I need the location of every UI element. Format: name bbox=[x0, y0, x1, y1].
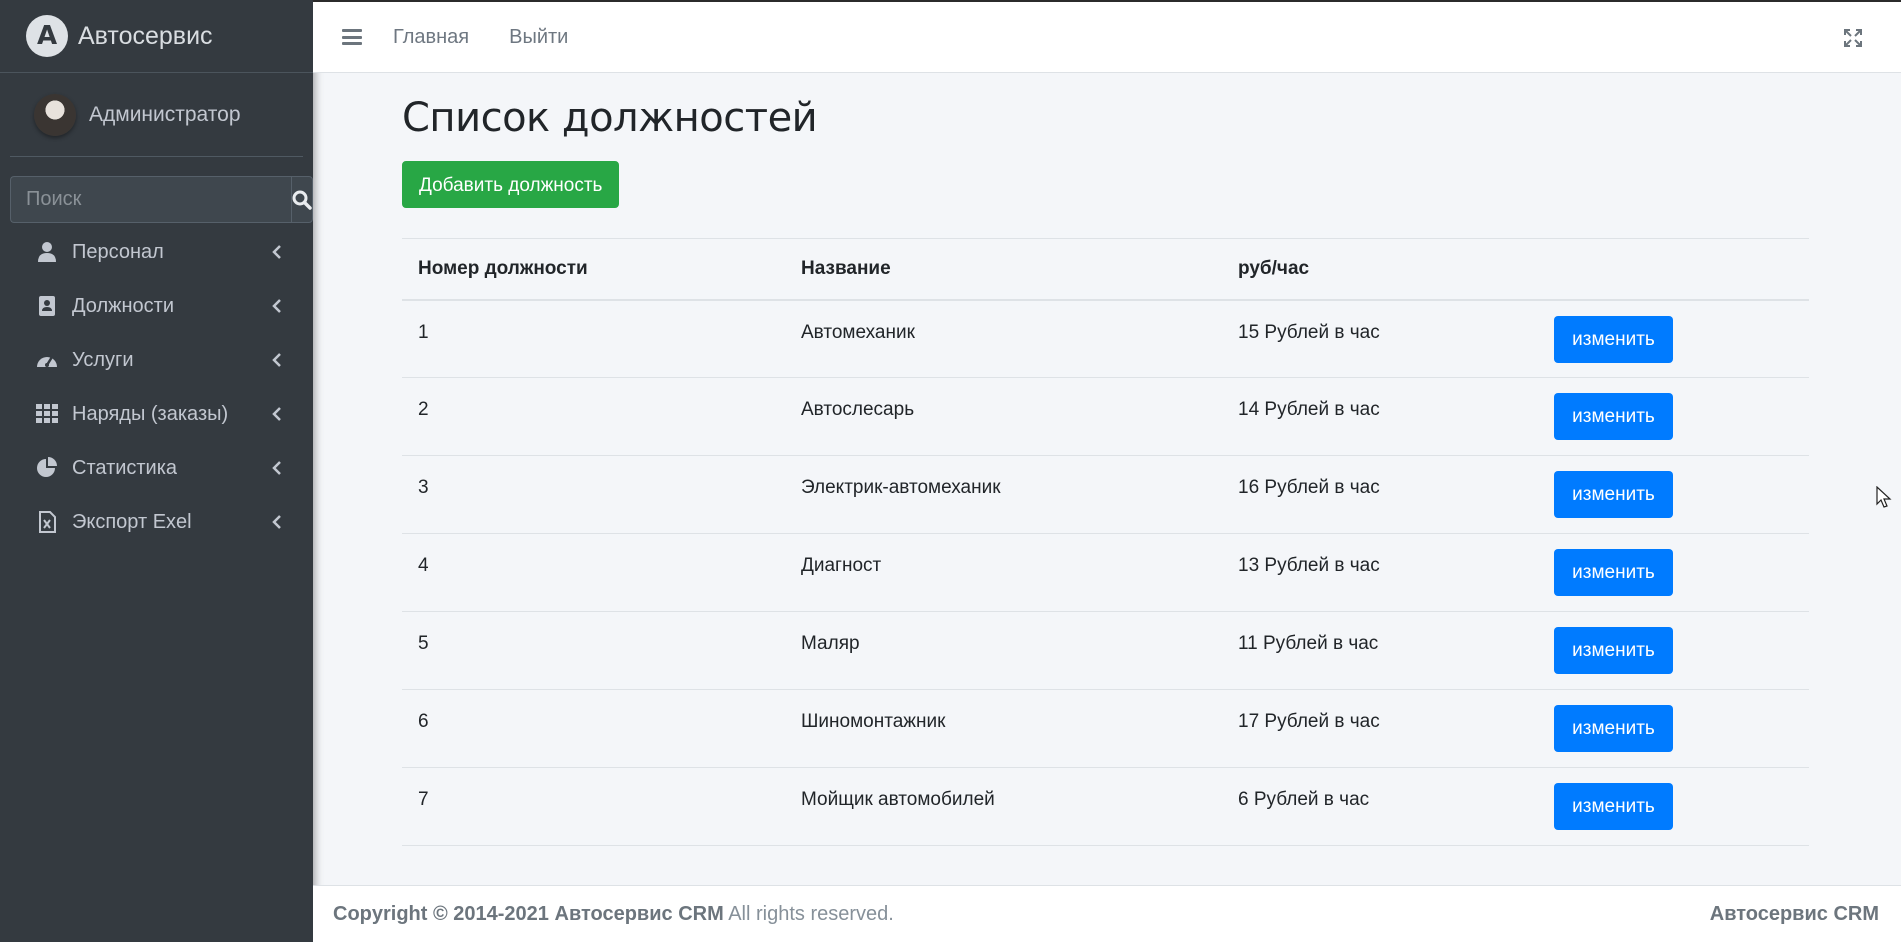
column-header-rate: руб/час bbox=[1222, 238, 1538, 301]
cell-name: Автослесарь bbox=[785, 377, 1222, 456]
cell-name: Маляр bbox=[785, 611, 1222, 690]
sidebar-item-label: Наряды (заказы) bbox=[72, 402, 229, 425]
excel-file-icon bbox=[35, 510, 59, 534]
sidebar: A Автосервис Администратор Персонал Долж… bbox=[0, 0, 313, 942]
add-position-button[interactable]: Добавить должность bbox=[402, 161, 620, 208]
chevron-left-icon bbox=[272, 461, 281, 475]
edit-button[interactable]: изменить bbox=[1554, 393, 1673, 440]
sidebar-item-personnel[interactable]: Персонал bbox=[0, 225, 313, 279]
brand-logo: A bbox=[26, 15, 68, 57]
pie-chart-icon bbox=[35, 456, 59, 480]
footer-copyright: Copyright © 2014-2021 Автосервис CRM All… bbox=[333, 903, 894, 926]
edit-button[interactable]: изменить bbox=[1554, 627, 1673, 674]
cell-id: 7 bbox=[402, 767, 785, 846]
edit-button[interactable]: изменить bbox=[1554, 315, 1673, 363]
sidebar-item-label: Экспорт Exel bbox=[72, 510, 192, 533]
sidebar-item-export[interactable]: Экспорт Exel bbox=[0, 495, 313, 549]
table-row: 4 Диагност 13 Рублей в час изменить bbox=[402, 533, 1809, 612]
positions-table: Номер должности Название руб/час 1 Автом… bbox=[402, 238, 1809, 846]
edit-button[interactable]: изменить bbox=[1554, 549, 1673, 596]
cell-name: Диагност bbox=[785, 533, 1222, 612]
address-book-icon bbox=[35, 294, 59, 318]
cell-id: 6 bbox=[402, 689, 785, 768]
table-row: 3 Электрик-автомеханик 16 Рублей в час и… bbox=[402, 455, 1809, 534]
sidebar-item-statistics[interactable]: Статистика bbox=[0, 441, 313, 495]
grid-icon bbox=[35, 402, 59, 426]
table-row: 6 Шиномонтажник 17 Рублей в час изменить bbox=[402, 689, 1809, 768]
cell-id: 3 bbox=[402, 455, 785, 534]
sidebar-item-label: Услуги bbox=[72, 348, 134, 371]
cell-name: Электрик-автомеханик bbox=[785, 455, 1222, 534]
sidebar-item-services[interactable]: Услуги bbox=[0, 333, 313, 387]
edit-button[interactable]: изменить bbox=[1554, 471, 1673, 518]
cell-id: 1 bbox=[402, 299, 785, 378]
chevron-left-icon bbox=[272, 245, 281, 259]
search-input[interactable] bbox=[10, 176, 291, 223]
user-panel[interactable]: Администратор bbox=[10, 73, 303, 157]
footer-right-text: Автосервис CRM bbox=[1709, 902, 1879, 925]
chevron-left-icon bbox=[272, 515, 281, 529]
page-title: Список должностей bbox=[402, 95, 818, 141]
cell-id: 2 bbox=[402, 377, 785, 456]
mouse-cursor-icon bbox=[1876, 486, 1892, 508]
cell-rate: 15 Рублей в час bbox=[1222, 299, 1538, 378]
cell-name: Автомеханик bbox=[785, 299, 1222, 378]
table-row: 7 Мойщик автомобилей 6 Рублей в час изме… bbox=[402, 767, 1809, 846]
cell-rate: 13 Рублей в час bbox=[1222, 533, 1538, 612]
rights-text: All rights reserved. bbox=[728, 902, 894, 925]
sidebar-search bbox=[10, 176, 313, 223]
brand-link[interactable]: A Автосервис bbox=[0, 0, 313, 73]
edit-button[interactable]: изменить bbox=[1554, 705, 1673, 752]
cell-rate: 14 Рублей в час bbox=[1222, 377, 1538, 456]
column-header-id: Номер должности bbox=[402, 238, 785, 301]
hamburger-menu-icon[interactable] bbox=[342, 28, 362, 46]
chevron-left-icon bbox=[272, 299, 281, 313]
table-row: 1 Автомеханик 15 Рублей в час изменить bbox=[402, 299, 1809, 378]
main-content: Список должностей Добавить должность Ном… bbox=[402, 73, 1809, 846]
cell-id: 5 bbox=[402, 611, 785, 690]
nav-link-logout[interactable]: Выйти bbox=[509, 26, 568, 49]
search-icon bbox=[292, 190, 312, 210]
cell-name: Шиномонтажник bbox=[785, 689, 1222, 768]
user-name: Администратор bbox=[89, 102, 241, 126]
cell-rate: 16 Рублей в час bbox=[1222, 455, 1538, 534]
cell-name: Мойщик автомобилей bbox=[785, 767, 1222, 846]
chevron-left-icon bbox=[272, 353, 281, 367]
table-row: 2 Автослесарь 14 Рублей в час изменить bbox=[402, 377, 1809, 456]
company-link[interactable]: Автосервис CRM bbox=[555, 903, 724, 925]
user-icon bbox=[35, 240, 59, 264]
column-header-name: Название bbox=[785, 238, 1222, 301]
avatar bbox=[34, 93, 76, 136]
copyright-prefix: Copyright © 2014-2021 bbox=[333, 902, 549, 925]
table-row: 5 Маляр 11 Рублей в час изменить bbox=[402, 611, 1809, 690]
column-header-actions bbox=[1538, 238, 1809, 301]
top-navbar: Главная Выйти bbox=[313, 0, 1901, 73]
cell-id: 4 bbox=[402, 533, 785, 612]
footer: Copyright © 2014-2021 Автосервис CRM All… bbox=[313, 885, 1901, 942]
sidebar-item-orders[interactable]: Наряды (заказы) bbox=[0, 387, 313, 441]
chevron-left-icon bbox=[272, 407, 281, 421]
sidebar-item-label: Должности bbox=[72, 294, 175, 317]
sidebar-item-positions[interactable]: Должности bbox=[0, 279, 313, 333]
brand-name: Автосервис bbox=[78, 21, 213, 50]
gauge-icon bbox=[35, 348, 59, 372]
table-header-row: Номер должности Название руб/час bbox=[402, 238, 1809, 301]
cell-rate: 6 Рублей в час bbox=[1222, 767, 1538, 846]
sidebar-item-label: Статистика bbox=[72, 456, 178, 479]
cell-rate: 11 Рублей в час bbox=[1222, 611, 1538, 690]
nav-link-home[interactable]: Главная bbox=[393, 26, 469, 49]
sidebar-nav: Персонал Должности Услуги Наряды (заказы… bbox=[0, 225, 313, 549]
edit-button[interactable]: изменить bbox=[1554, 783, 1673, 830]
search-button[interactable] bbox=[291, 176, 313, 223]
fullscreen-icon[interactable] bbox=[1843, 28, 1863, 48]
cell-rate: 17 Рублей в час bbox=[1222, 689, 1538, 768]
sidebar-item-label: Персонал bbox=[72, 240, 164, 263]
